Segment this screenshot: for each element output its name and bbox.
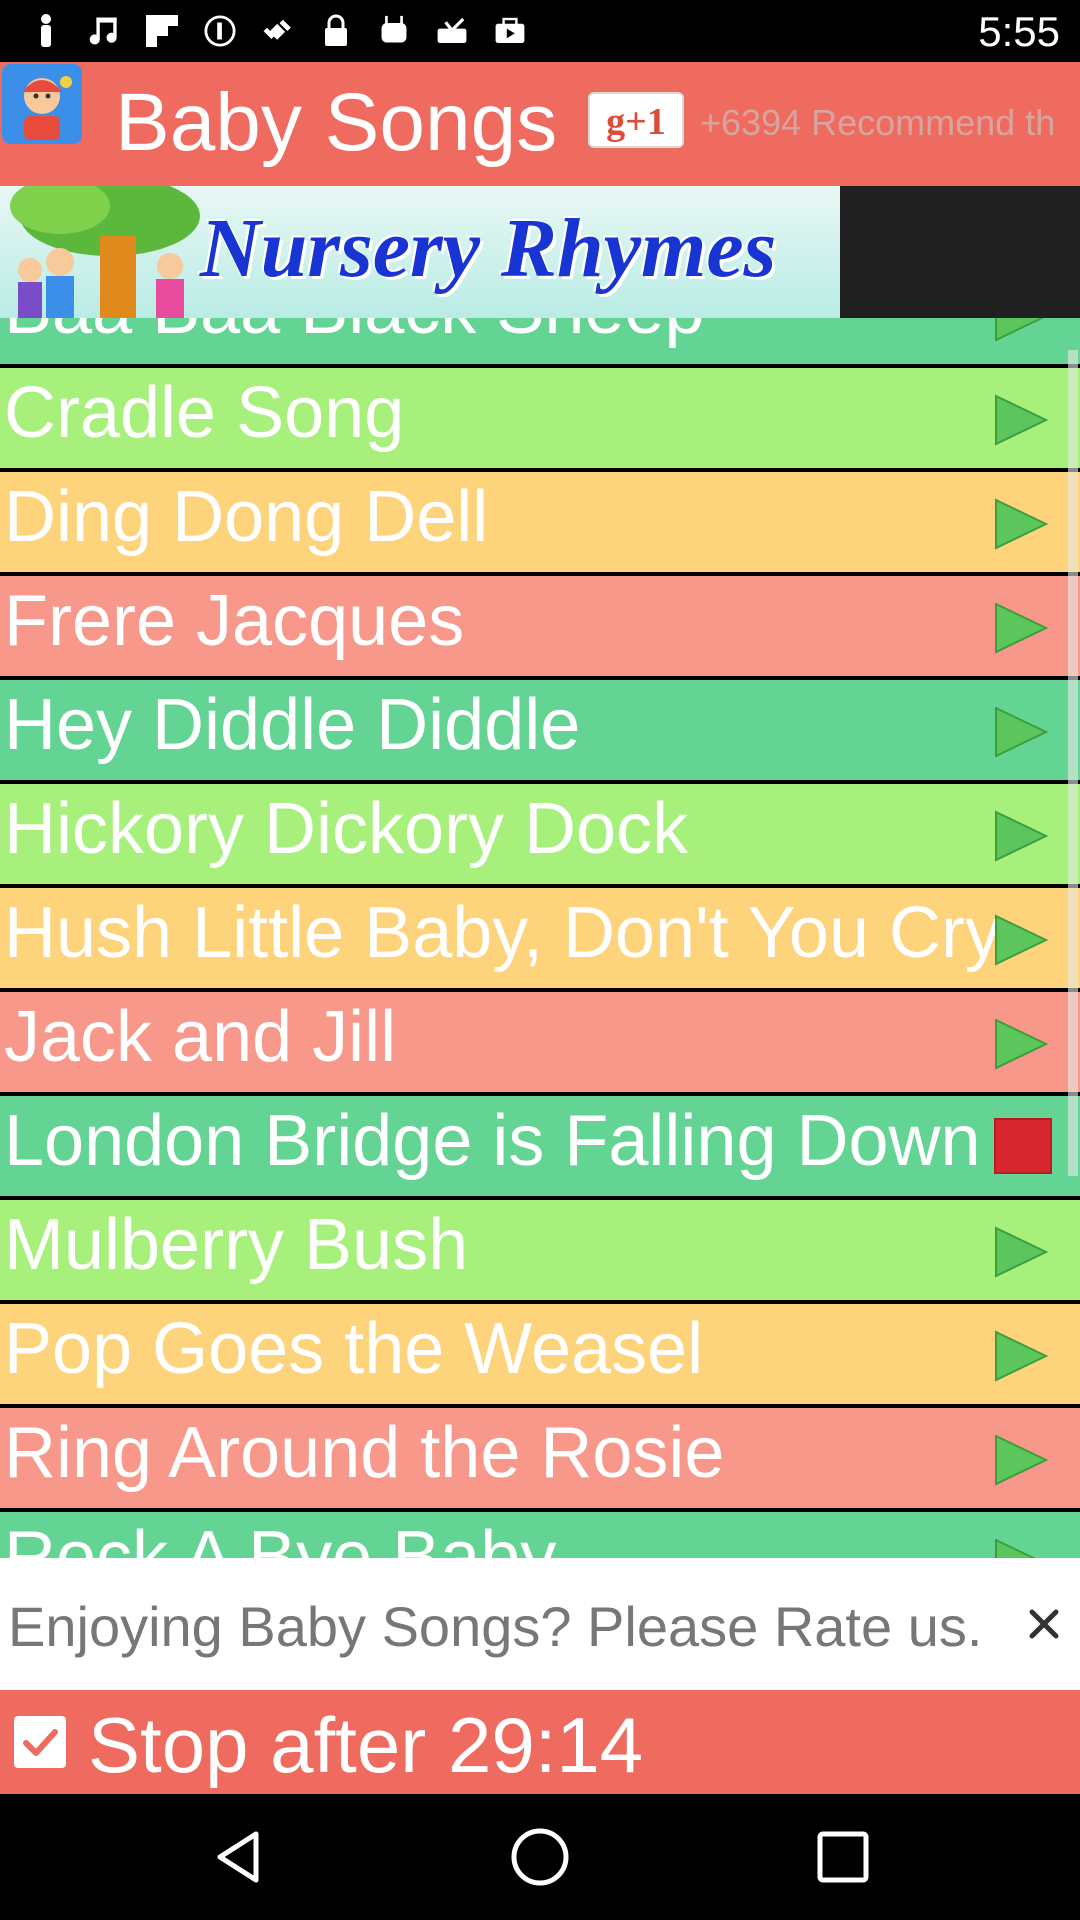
song-title: Pop Goes the Weasel xyxy=(4,1309,704,1389)
song-row[interactable]: Jack and Jill xyxy=(0,992,1080,1092)
song-row[interactable]: London Bridge is Falling Down xyxy=(0,1096,1080,1196)
play-icon[interactable] xyxy=(990,806,1050,866)
song-title: Rock A Bye Baby xyxy=(4,1517,557,1558)
flipboard-icon xyxy=(146,14,178,48)
play-icon[interactable] xyxy=(990,910,1050,970)
back-icon[interactable] xyxy=(206,1824,272,1890)
song-title: Mulberry Bush xyxy=(4,1205,469,1285)
rate-us-bar[interactable]: Enjoying Baby Songs? Please Rate us. xyxy=(0,1558,1080,1690)
song-row[interactable]: Hickory Dickory Dock xyxy=(0,784,1080,884)
song-row[interactable]: Ding Dong Dell xyxy=(0,472,1080,572)
rate-us-text[interactable]: Enjoying Baby Songs? Please Rate us. xyxy=(8,1594,982,1659)
android-icon xyxy=(378,14,410,48)
music-note-icon xyxy=(88,14,120,48)
play-icon[interactable] xyxy=(990,1430,1050,1490)
stop-after-time[interactable]: 29:14 xyxy=(448,1700,643,1791)
song-row[interactable]: Frere Jacques xyxy=(0,576,1080,676)
play-icon[interactable] xyxy=(990,318,1050,346)
song-row[interactable]: Cradle Song xyxy=(0,368,1080,468)
song-title: Hey Diddle Diddle xyxy=(4,685,581,765)
banner-title: Nursery Rhymes xyxy=(200,202,777,295)
recommend-count: +6394 Recommend th xyxy=(700,102,1056,143)
app-logo-icon xyxy=(2,64,82,144)
nursery-rhymes-banner[interactable]: Nursery Rhymes xyxy=(0,186,1080,318)
google-plus-one-button[interactable]: g+1 xyxy=(588,92,684,148)
status-icons xyxy=(0,14,526,48)
song-row[interactable]: Mulberry Bush xyxy=(0,1200,1080,1300)
banner-image: Nursery Rhymes xyxy=(0,186,840,318)
fake-gps-icon xyxy=(262,14,294,48)
song-title: Cradle Song xyxy=(4,373,405,453)
tree-children-illustration xyxy=(10,186,200,318)
download-tray-icon xyxy=(436,14,468,48)
list-scrollbar[interactable] xyxy=(1068,350,1078,1176)
rupee-coin-icon xyxy=(204,14,236,48)
home-icon[interactable] xyxy=(507,1824,573,1890)
song-row[interactable]: Hush Little Baby, Don't You Cry xyxy=(0,888,1080,988)
play-icon[interactable] xyxy=(990,494,1050,554)
app-header: Baby Songs g+1 +6394 Recommend th xyxy=(0,62,1080,186)
song-row[interactable]: Baa Baa Black Sheep xyxy=(0,318,1080,364)
play-store-icon xyxy=(494,14,526,48)
song-row[interactable]: Hey Diddle Diddle xyxy=(0,680,1080,780)
song-row[interactable]: Rock A Bye Baby xyxy=(0,1512,1080,1558)
play-icon[interactable] xyxy=(990,702,1050,762)
play-icon[interactable] xyxy=(990,1014,1050,1074)
play-icon[interactable] xyxy=(990,390,1050,450)
lock-icon xyxy=(320,14,352,48)
stop-icon[interactable] xyxy=(994,1118,1052,1174)
status-bar: 5:55 xyxy=(0,0,1080,62)
close-icon[interactable] xyxy=(1018,1598,1070,1650)
play-icon[interactable] xyxy=(990,1326,1050,1386)
song-title: Baa Baa Black Sheep xyxy=(4,318,705,350)
system-navigation-bar xyxy=(0,1794,1080,1920)
song-title: Ring Around the Rosie xyxy=(4,1413,725,1493)
song-list[interactable]: Rock A Bye Baby Ring Around the Rosie Pop … xyxy=(0,318,1080,1558)
person-icon xyxy=(30,14,62,48)
stop-after-checkbox[interactable] xyxy=(14,1716,66,1768)
clock: 5:55 xyxy=(978,8,1060,55)
song-row[interactable]: Pop Goes the Weasel xyxy=(0,1304,1080,1404)
song-row[interactable]: Ring Around the Rosie xyxy=(0,1408,1080,1508)
song-title: Hickory Dickory Dock xyxy=(4,789,689,869)
stop-after-bar: Stop after 29:14 xyxy=(0,1690,1080,1794)
stop-after-label: Stop after xyxy=(88,1701,427,1789)
song-title: Hush Little Baby, Don't You Cry xyxy=(4,893,1001,973)
song-title: Frere Jacques xyxy=(4,581,465,661)
app-title: Baby Songs xyxy=(115,77,558,168)
song-title: Jack and Jill xyxy=(4,997,397,1077)
play-icon[interactable] xyxy=(990,1222,1050,1282)
song-title: Ding Dong Dell xyxy=(4,477,489,557)
song-title: London Bridge is Falling Down xyxy=(4,1101,981,1181)
recent-apps-icon[interactable] xyxy=(810,1824,876,1890)
play-icon[interactable] xyxy=(990,598,1050,658)
play-icon[interactable] xyxy=(990,1534,1050,1558)
